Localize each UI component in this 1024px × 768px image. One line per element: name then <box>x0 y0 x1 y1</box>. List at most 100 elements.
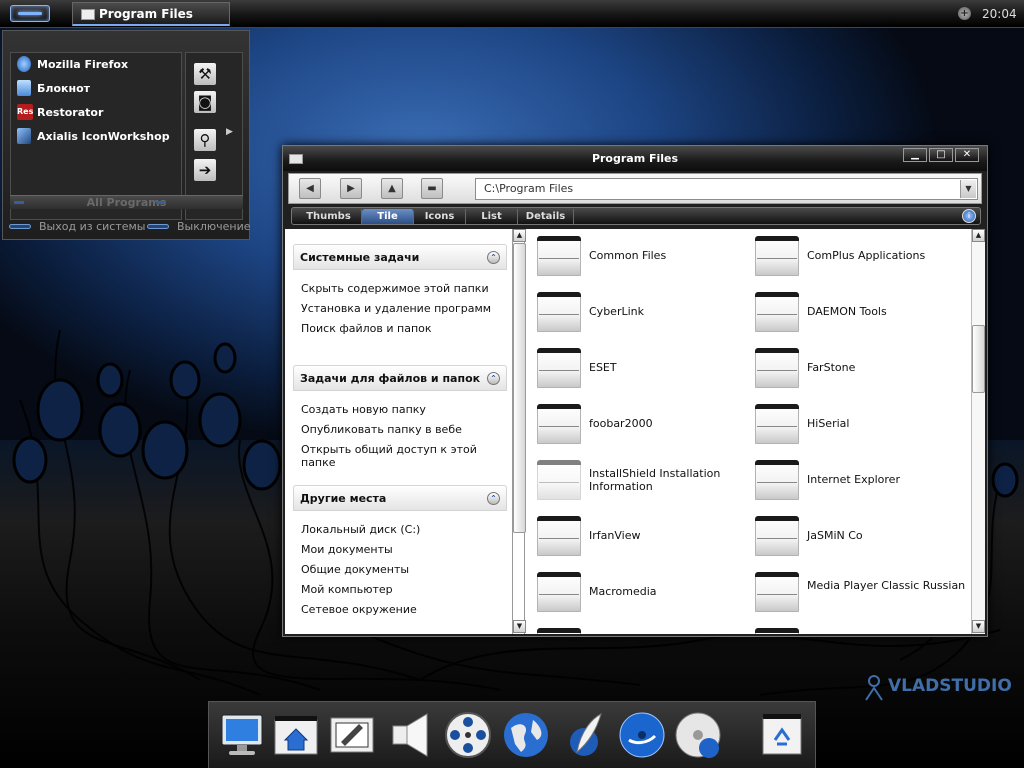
home-folder-icon[interactable] <box>271 710 321 760</box>
up-button[interactable]: ▲ <box>381 178 403 199</box>
folder-item[interactable]: ComPlus Applications <box>755 235 965 289</box>
task-link[interactable]: Создать новую папку <box>293 399 507 419</box>
logoff-icon <box>9 224 31 229</box>
file-list-scrollbar[interactable]: ▲ ▼ <box>971 229 985 634</box>
explorer-window: Program Files ▁ □ ✕ ◀ ▶ ▲ ▬ C:\Program F… <box>282 145 988 637</box>
run-icon[interactable]: ➔ <box>194 159 216 181</box>
task-link[interactable]: Установка и удаление программ <box>293 298 507 318</box>
task-section-header[interactable]: Системные задачи ⌃ <box>293 244 507 270</box>
scroll-down-icon[interactable]: ▼ <box>513 620 526 633</box>
tab-details[interactable]: Details <box>518 209 574 224</box>
control-panel-icon[interactable]: ◙ <box>194 91 216 113</box>
tools-icon[interactable]: ⚒ <box>194 63 216 85</box>
task-link[interactable]: Скрыть содержимое этой папки <box>293 278 507 298</box>
collapse-icon[interactable]: ⌃ <box>487 492 500 505</box>
folder-name: FarStone <box>807 361 856 374</box>
folder-item[interactable]: Media Player Classic Russian <box>755 571 965 625</box>
my-computer-icon[interactable] <box>217 710 267 760</box>
collapse-icon[interactable]: ⌃ <box>487 372 500 385</box>
folder-name: IrfanView <box>589 529 641 542</box>
scroll-down-icon[interactable]: ▼ <box>972 620 985 633</box>
folder-name: DAEMON Tools <box>807 305 887 318</box>
task-link[interactable]: Поиск файлов и папок <box>293 318 507 338</box>
tab-icons[interactable]: Icons <box>414 209 466 224</box>
start-item-restorator[interactable]: Res Restorator <box>11 101 181 125</box>
explorer-toolbar: ◀ ▶ ▲ ▬ C:\Program Files ▼ <box>288 173 982 204</box>
task-link[interactable]: Общие документы <box>293 559 507 579</box>
globe-icon[interactable] <box>501 710 551 760</box>
minimize-button[interactable]: ▁ <box>903 148 927 162</box>
folder-item[interactable]: JaSMiN Co <box>755 515 965 569</box>
start-item-notepad[interactable]: Блокнот <box>11 77 181 101</box>
window-content: Системные задачи ⌃ Скрыть содержимое это… <box>285 229 985 634</box>
task-link[interactable]: Мои документы <box>293 539 507 559</box>
quill-icon[interactable] <box>559 710 609 760</box>
tab-list[interactable]: List <box>466 209 518 224</box>
scroll-up-icon[interactable]: ▲ <box>972 229 985 242</box>
task-link[interactable]: Сетевое окружение <box>293 599 507 619</box>
folder-item[interactable]: IrfanView <box>537 515 747 569</box>
start-item-firefox[interactable]: Mozilla Firefox <box>11 53 181 77</box>
folder-icon <box>537 236 581 276</box>
task-link[interactable]: Мой компьютер <box>293 579 507 599</box>
scroll-up-icon[interactable]: ▲ <box>513 229 526 242</box>
window-titlebar[interactable]: Program Files ▁ □ ✕ <box>283 146 987 171</box>
vladstudio-logo-icon <box>865 675 883 701</box>
scroll-thumb[interactable] <box>972 325 985 393</box>
address-bar[interactable]: C:\Program Files ▼ <box>475 178 978 200</box>
task-link[interactable]: Открыть общий доступ к этой папке <box>293 439 507 469</box>
folder-icon <box>537 516 581 556</box>
shutdown-button[interactable]: Выключение <box>147 220 251 233</box>
collapse-icon[interactable]: ⌃ <box>487 251 500 264</box>
speaker-icon[interactable] <box>385 710 435 760</box>
search-icon[interactable]: ⚲ <box>194 129 216 151</box>
folder-item[interactable]: HiSerial <box>755 403 965 457</box>
all-programs-bar-icon <box>156 201 166 204</box>
dvd-disc-icon[interactable] <box>673 710 723 760</box>
folder-item[interactable]: Macromedia <box>537 571 747 625</box>
start-button[interactable] <box>10 5 50 22</box>
folders-button[interactable]: ▬ <box>421 178 443 199</box>
folder-item[interactable]: CyberLink <box>537 291 747 345</box>
scroll-thumb[interactable] <box>513 243 526 533</box>
all-programs-button[interactable]: All Programs <box>10 195 243 209</box>
task-section-header[interactable]: Задачи для файлов и папок ⌃ <box>293 365 507 391</box>
media-reel-icon[interactable] <box>443 710 493 760</box>
folder-item[interactable]: foobar2000 <box>537 403 747 457</box>
tray-network-icon[interactable]: + <box>958 7 971 20</box>
task-pane-scrollbar[interactable]: ▲ ▼ <box>512 229 526 634</box>
taskbar-item-program-files[interactable]: Program Files <box>72 2 230 26</box>
edit-icon[interactable] <box>327 710 377 760</box>
task-link[interactable]: Локальный диск (C:) <box>293 519 507 539</box>
back-button[interactable]: ◀ <box>299 178 321 199</box>
iconworkshop-icon <box>17 128 31 144</box>
folder-icon <box>755 516 799 556</box>
folder-item[interactable]: InstallShield Installation Information <box>537 459 747 513</box>
close-button[interactable]: ✕ <box>955 148 979 162</box>
task-section-header[interactable]: Другие места ⌃ <box>293 485 507 511</box>
task-section-title: Задачи для файлов и папок <box>300 372 481 385</box>
recycle-bin-icon[interactable] <box>757 710 807 760</box>
address-dropdown-icon[interactable]: ▼ <box>960 180 976 198</box>
tab-thumbs[interactable]: Thumbs <box>296 209 362 224</box>
forward-button[interactable]: ▶ <box>340 178 362 199</box>
maximize-button[interactable]: □ <box>929 148 953 162</box>
media-disc-icon[interactable] <box>617 710 667 760</box>
folder-item[interactable]: FarStone <box>755 347 965 401</box>
folder-item[interactable]: DAEMON Tools <box>755 291 965 345</box>
tab-tile[interactable]: Tile <box>362 209 414 224</box>
task-link[interactable]: Опубликовать папку в вебе <box>293 419 507 439</box>
folder-name: JaSMiN Co <box>807 529 863 542</box>
address-text: C:\Program Files <box>484 182 574 195</box>
clock[interactable]: 20:04 <box>982 7 1017 21</box>
start-item-iconworkshop[interactable]: Axialis IconWorkshop <box>11 125 181 149</box>
logoff-button[interactable]: Выход из системы <box>9 220 145 233</box>
folder-name: CyberLink <box>589 305 644 318</box>
folder-item[interactable]: Common Files <box>537 235 747 289</box>
folder-item[interactable]: ESET <box>537 347 747 401</box>
info-icon[interactable]: i <box>962 209 976 223</box>
folder-item[interactable]: Internet Explorer <box>755 459 965 513</box>
submenu-arrow-icon: ▶ <box>226 127 233 137</box>
start-menu: Mozilla Firefox Блокнот Res Restorator A… <box>2 30 251 240</box>
folder-name: InstallShield Installation Information <box>589 467 721 493</box>
